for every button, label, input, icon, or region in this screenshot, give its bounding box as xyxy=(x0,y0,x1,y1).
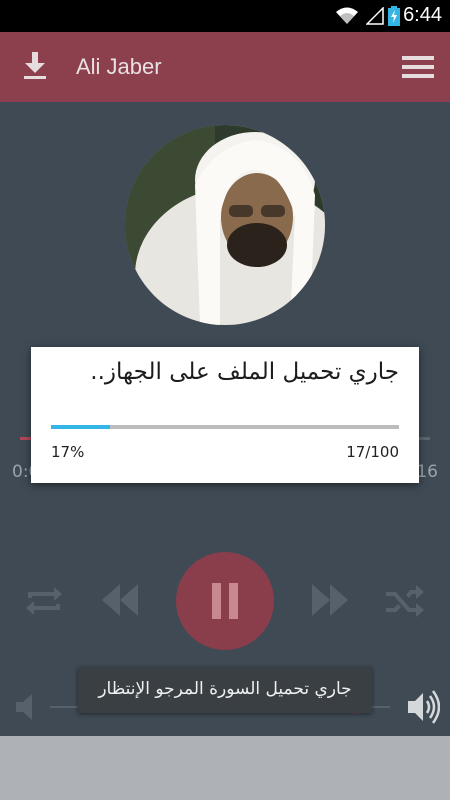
signal-icon xyxy=(365,6,384,29)
reciter-avatar xyxy=(125,125,325,325)
app-bar: Ali Jaber xyxy=(0,32,450,102)
download-icon[interactable] xyxy=(22,52,48,84)
toast-message: جاري تحميل السورة المرجو الإنتظار xyxy=(78,667,372,713)
bottom-bar xyxy=(0,736,450,800)
dialog-message: جاري تحميل الملف على الجهاز.. xyxy=(90,359,399,385)
download-progress-dialog: جاري تحميل الملف على الجهاز.. 17% 17/100 xyxy=(31,347,419,483)
pause-button[interactable] xyxy=(176,552,274,650)
download-percent: 17% xyxy=(51,443,85,461)
fast-forward-icon[interactable] xyxy=(310,580,350,624)
download-count: 17/100 xyxy=(346,443,399,461)
shuffle-icon[interactable] xyxy=(384,584,428,622)
download-progress-fill xyxy=(51,425,111,429)
pause-icon xyxy=(212,583,238,619)
volume-high-icon xyxy=(408,688,441,730)
app-title: Ali Jaber xyxy=(76,54,162,79)
wifi-icon xyxy=(336,7,358,29)
hamburger-menu-icon[interactable] xyxy=(402,55,434,83)
rewind-icon[interactable] xyxy=(100,580,140,624)
battery-charging-icon xyxy=(388,6,400,30)
clock: 6:44 xyxy=(403,4,442,26)
toast-text: جاري تحميل السورة المرجو الإنتظار xyxy=(98,679,352,699)
status-bar: 6:44 xyxy=(0,0,450,32)
repeat-icon[interactable] xyxy=(22,584,66,622)
total-time: 16 xyxy=(416,462,438,482)
volume-low-icon xyxy=(16,694,38,724)
